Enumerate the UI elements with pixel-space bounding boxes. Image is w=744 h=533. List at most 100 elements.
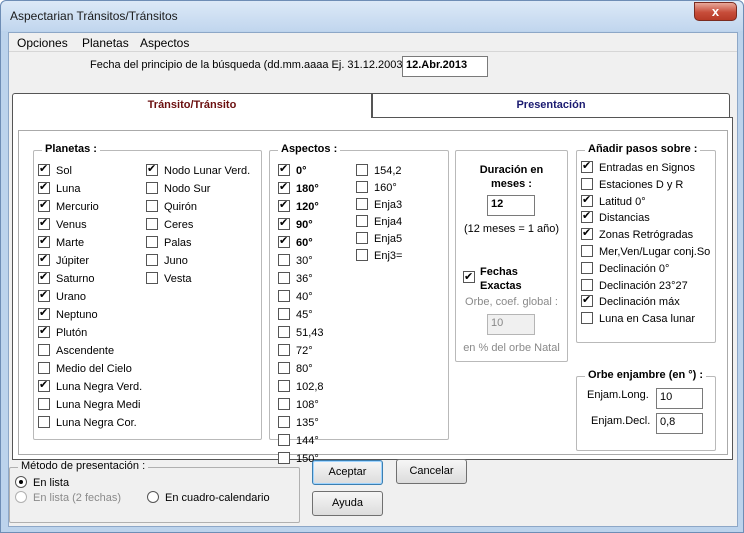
planeta-checkbox-luna[interactable]: Luna (38, 181, 80, 196)
planeta-checkbox-jupiter[interactable]: Júpiter (38, 253, 89, 268)
paso-checkbox-luna-en-casa-lunar[interactable]: Luna en Casa lunar (581, 312, 695, 326)
paso-checkbox-entradas-en-signos[interactable]: Entradas en Signos (581, 160, 696, 175)
cancelar-button[interactable]: Cancelar (396, 459, 467, 484)
ayuda-button[interactable]: Ayuda (312, 491, 383, 516)
fechas-exactas-checkbox[interactable] (463, 270, 481, 284)
orbe-global-note: en % del orbe Natal (463, 342, 560, 354)
checkbox-icon (356, 215, 368, 227)
paso-checkbox-estaciones-d-y-r[interactable]: Estaciones D y R (581, 177, 683, 192)
aspecto-checkbox-90[interactable]: 90° (278, 217, 313, 232)
checkbox-icon (581, 261, 593, 274)
aspecto-checkbox-180[interactable]: 180° (278, 181, 319, 196)
duracion-title-2: meses : (491, 178, 532, 190)
menu-opciones[interactable]: Opciones (17, 36, 68, 50)
tab-presentacion[interactable]: Presentación (372, 93, 730, 117)
close-button[interactable]: x (694, 2, 737, 21)
planeta-checkbox-venus[interactable]: Venus (38, 217, 87, 232)
menu-planetas[interactable]: Planetas (82, 36, 129, 50)
aspecto-checkbox-135[interactable]: 135° (278, 416, 319, 430)
planeta-checkbox-luna-negra-cor[interactable]: Luna Negra Cor. (38, 416, 137, 430)
aspecto-checkbox-40[interactable]: 40° (278, 290, 313, 304)
orbe-global-input[interactable]: 10 (487, 314, 535, 335)
start-date-input[interactable]: 12.Abr.2013 (402, 56, 488, 77)
aspecto-checkbox-80[interactable]: 80° (278, 362, 313, 376)
checkbox-icon (278, 434, 290, 446)
aspecto-checkbox-72[interactable]: 72° (278, 344, 313, 358)
planeta-checkbox-saturno[interactable]: Saturno (38, 271, 95, 286)
options-area: Planetas : Sol Luna Mercurio Venus Marte Júpi… (18, 130, 728, 465)
aspecto-label: 135° (296, 417, 319, 429)
planeta-checkbox-palas[interactable]: Palas (146, 236, 192, 250)
paso-checkbox-zonas-retrogradas[interactable]: Zonas Retrógradas (581, 227, 694, 242)
paso-label: Distancias (599, 212, 650, 225)
planeta-checkbox-mercurio[interactable]: Mercurio (38, 199, 99, 214)
duracion-input[interactable]: 12 (487, 195, 535, 216)
planeta-checkbox-nodo-sur[interactable]: Nodo Sur (146, 182, 210, 196)
window-title: Aspectarian Tránsitos/Tránsitos (10, 9, 178, 23)
planeta-label: Sol (56, 165, 72, 177)
planeta-label: Luna Negra Verd. (56, 381, 143, 393)
planeta-checkbox-pluton[interactable]: Plutón (38, 325, 87, 340)
planeta-checkbox-ceres[interactable]: Ceres (146, 218, 193, 232)
aspecto-checkbox-enja3[interactable]: Enja3 (356, 198, 402, 212)
planeta-checkbox-vesta[interactable]: Vesta (146, 272, 192, 286)
radio-en-lista-2-fechas[interactable]: En lista (2 fechas) (15, 491, 121, 505)
aspecto-checkbox-0[interactable]: 0° (278, 163, 307, 178)
enjam-decl-label: Enjam.Decl. (591, 415, 651, 427)
aspecto-checkbox-enja4[interactable]: Enja4 (356, 215, 402, 229)
radio-cuadro-calendario[interactable]: En cuadro-calendario (147, 491, 270, 505)
aspecto-label: 154,2 (374, 165, 402, 177)
planeta-checkbox-urano[interactable]: Urano (38, 289, 86, 304)
paso-checkbox-declinacion-max[interactable]: Declinación máx (581, 294, 680, 309)
radio-en-lista[interactable]: En lista (15, 476, 69, 490)
aspecto-label: 40° (296, 291, 313, 303)
planeta-checkbox-marte[interactable]: Marte (38, 235, 84, 250)
planeta-checkbox-luna-negra-verd[interactable]: Luna Negra Verd. (38, 379, 143, 394)
planeta-checkbox-juno[interactable]: Juno (146, 254, 188, 268)
checkbox-icon (38, 181, 50, 194)
paso-checkbox-mer-ven-lugar-conj-so[interactable]: Mer,Ven/Lugar conj.So (581, 245, 710, 259)
tab-transito[interactable]: Tránsito/Tránsito (12, 93, 372, 118)
checkbox-icon (278, 235, 290, 248)
aspecto-checkbox-60[interactable]: 60° (278, 235, 313, 250)
checkbox-icon (278, 344, 290, 356)
aspecto-checkbox-36[interactable]: 36° (278, 272, 313, 286)
enjam-decl-input[interactable]: 0,8 (656, 413, 703, 434)
checkbox-icon (278, 452, 290, 464)
planeta-checkbox-sol[interactable]: Sol (38, 163, 72, 178)
title-bar[interactable]: Aspectarian Tránsitos/Tránsitos x (1, 1, 743, 31)
planeta-checkbox-medio-del-cielo[interactable]: Medio del Cielo (38, 362, 132, 376)
aspecto-label: 72° (296, 345, 313, 357)
paso-label: Entradas en Signos (599, 162, 696, 174)
planeta-label: Medio del Cielo (56, 363, 132, 375)
aspecto-checkbox-51-43[interactable]: 51,43 (278, 326, 324, 340)
aspecto-checkbox-160[interactable]: 160° (356, 181, 397, 195)
aspecto-checkbox-144[interactable]: 144° (278, 434, 319, 448)
paso-label: Zonas Retrógradas (599, 229, 694, 242)
aspecto-checkbox-102-8[interactable]: 102,8 (278, 380, 324, 394)
enjam-long-input[interactable]: 10 (656, 388, 703, 409)
aspecto-checkbox-108[interactable]: 108° (278, 398, 319, 412)
aspecto-checkbox-120[interactable]: 120° (278, 199, 319, 214)
paso-checkbox-declinacion-0[interactable]: Declinación 0° (581, 261, 670, 276)
planeta-checkbox-quiron[interactable]: Quirón (146, 200, 197, 214)
paso-checkbox-distancias[interactable]: Distancias (581, 210, 650, 225)
paso-label: Declinación 0° (599, 262, 670, 275)
planeta-checkbox-ascendente[interactable]: Ascendente (38, 344, 114, 358)
aspecto-checkbox-30[interactable]: 30° (278, 254, 313, 268)
checkbox-icon (38, 199, 50, 212)
paso-checkbox-declinacion-2327[interactable]: Declinación 23°27 (581, 278, 688, 293)
planeta-checkbox-luna-negra-medi[interactable]: Luna Negra Medi (38, 398, 140, 412)
menu-aspectos[interactable]: Aspectos (140, 36, 189, 50)
planetas-group: Planetas : Sol Luna Mercurio Venus Marte Júpi… (33, 143, 262, 440)
fechas-exactas-label-1: Fechas (480, 266, 518, 278)
planeta-checkbox-neptuno[interactable]: Neptuno (38, 307, 98, 322)
aceptar-button[interactable]: Aceptar (312, 460, 383, 485)
aspecto-checkbox-enj3[interactable]: Enj3= (356, 249, 402, 263)
aspecto-checkbox-45[interactable]: 45° (278, 308, 313, 322)
paso-checkbox-latitud-0[interactable]: Latitud 0° (581, 194, 646, 209)
planeta-checkbox-nodo-lunar-verd[interactable]: Nodo Lunar Verd. (146, 163, 250, 178)
aspecto-checkbox-154-2[interactable]: 154,2 (356, 164, 402, 178)
enjambre-group: Orbe enjambre (en °) : Enjam.Long. 10 En… (576, 369, 716, 451)
aspecto-checkbox-enja5[interactable]: Enja5 (356, 232, 402, 246)
